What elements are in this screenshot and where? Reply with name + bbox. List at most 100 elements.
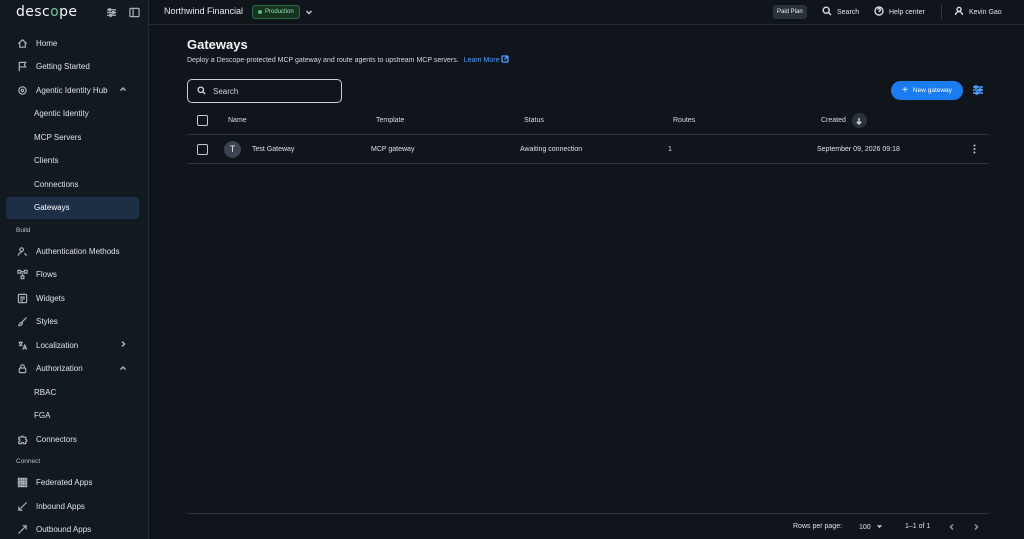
- gateway-status: Awaiting connection: [520, 145, 583, 153]
- column-header-created-label: Created: [821, 117, 846, 124]
- sidebar-item-outbound-apps[interactable]: Outbound Apps: [6, 519, 139, 539]
- sidebar-item-authorization[interactable]: Authorization: [6, 358, 139, 380]
- inbound-icon: [16, 500, 28, 512]
- sidebar-item-localization[interactable]: Localization: [6, 334, 139, 356]
- sidebar-item-label: Authentication Methods: [36, 246, 120, 256]
- sidebar-item-label: Localization: [36, 340, 79, 350]
- sidebar-item-inbound-apps[interactable]: Inbound Apps: [6, 495, 139, 517]
- next-page-icon[interactable]: [972, 523, 980, 531]
- sidebar-item-label: FGA: [34, 411, 51, 420]
- sidebar-item-label: Flows: [36, 270, 57, 279]
- help-center-button[interactable]: Help center: [874, 6, 925, 18]
- brand-name-o: o: [50, 4, 60, 20]
- section-label-connect: Connect: [16, 458, 41, 465]
- sidebar-item-getting-started[interactable]: Getting Started: [6, 56, 139, 78]
- new-gateway-button[interactable]: + New gateway: [891, 81, 963, 100]
- gateway-name-cell[interactable]: T Test Gateway: [224, 135, 294, 163]
- sidebar-item-label: Federated Apps: [36, 478, 93, 487]
- subtitle-text: Deploy a Descope-protected MCP gateway a…: [187, 57, 459, 64]
- brand-logo[interactable]: descope: [16, 4, 77, 20]
- sidebar-item-agentic-identity[interactable]: Agentic Identity: [6, 103, 139, 125]
- row-more-icon[interactable]: [973, 135, 976, 163]
- sidebar-item-rbac[interactable]: RBAC: [6, 381, 139, 403]
- learn-more-link[interactable]: Learn More: [464, 57, 500, 64]
- chevron-right-icon: [119, 340, 127, 350]
- top-search-label: Search: [837, 8, 860, 16]
- chevron-up-icon: [119, 85, 127, 95]
- widgets-icon: [16, 292, 28, 304]
- sidebar-item-gateways[interactable]: Gateways: [6, 196, 139, 219]
- chevron-up-icon: [119, 364, 127, 374]
- table-row[interactable]: T Test Gateway MCP gateway Awaiting conn…: [187, 135, 989, 164]
- sidebar-item-label: Widgets: [36, 293, 65, 303]
- home-icon: [16, 37, 28, 49]
- lock-icon: [16, 363, 28, 375]
- search-input[interactable]: [213, 86, 333, 96]
- page-title: Gateways: [187, 37, 248, 52]
- select-all-cell: [197, 107, 208, 134]
- sidebar-top-icons: [106, 7, 140, 20]
- sidebar-item-label: Connections: [34, 179, 79, 189]
- sidebar-item-widgets[interactable]: Widgets: [6, 287, 139, 309]
- sidebar-item-label: Outbound Apps: [36, 525, 92, 534]
- column-header-name[interactable]: Name: [228, 107, 247, 134]
- sidebar-item-label: Styles: [36, 317, 58, 326]
- sidebar: descope Home Getting Started Agentic Ide…: [0, 0, 149, 539]
- project-name[interactable]: Northwind Financial: [164, 6, 243, 16]
- sidebar-item-flows[interactable]: Flows: [6, 264, 139, 286]
- sidebar-item-home[interactable]: Home: [6, 32, 139, 54]
- sidebar-item-styles[interactable]: Styles: [6, 311, 139, 333]
- plan-badge[interactable]: Paid Plan: [773, 5, 807, 19]
- flows-icon: [16, 269, 28, 281]
- sidebar-item-fga[interactable]: FGA: [6, 405, 139, 427]
- sort-desc-icon[interactable]: [851, 113, 867, 128]
- rows-per-page-value: 100: [859, 524, 871, 531]
- rows-per-page-label: Rows per page:: [793, 523, 843, 530]
- sidebar-item-connectors[interactable]: Connectors: [6, 428, 139, 450]
- sidebar-item-agentic-identity-hub[interactable]: Agentic Identity Hub: [6, 79, 139, 101]
- caret-down-icon: [876, 523, 883, 532]
- sidebar-item-connections[interactable]: Connections: [6, 173, 139, 195]
- sidebar-item-label: Authorization: [36, 364, 83, 373]
- column-header-status[interactable]: Status: [524, 107, 544, 134]
- brand-name-start: desc: [16, 4, 51, 20]
- top-search-button[interactable]: Search: [822, 6, 859, 18]
- user-menu[interactable]: Kevin Gao: [954, 6, 1002, 18]
- prev-page-icon[interactable]: [948, 523, 956, 531]
- sidebar-item-clients[interactable]: Clients: [6, 150, 139, 172]
- column-header-template[interactable]: Template: [376, 107, 404, 134]
- sidebar-item-authentication-methods[interactable]: Authentication Methods: [6, 240, 139, 262]
- sidebar-item-label: Inbound Apps: [36, 501, 85, 511]
- column-header-routes[interactable]: Routes: [673, 107, 695, 134]
- sidebar-item-label: Agentic Identity: [34, 109, 89, 118]
- user-name: Kevin Gao: [969, 8, 1002, 16]
- gateway-routes: 1: [668, 145, 672, 153]
- collapse-sidebar-icon[interactable]: [129, 7, 140, 20]
- sliders-icon[interactable]: [106, 7, 117, 20]
- gateway-name[interactable]: Test Gateway: [252, 146, 294, 153]
- column-settings-icon[interactable]: [972, 84, 984, 98]
- sidebar-item-label: Gateways: [34, 203, 70, 212]
- environment-badge[interactable]: Production: [252, 5, 300, 19]
- column-header-created[interactable]: Created: [821, 107, 867, 134]
- avatar: T: [224, 140, 241, 158]
- sidebar-item-federated-apps[interactable]: Federated Apps: [6, 472, 139, 494]
- search-box[interactable]: [187, 79, 342, 103]
- help-center-label: Help center: [889, 8, 925, 16]
- plus-icon: +: [902, 84, 908, 96]
- sidebar-item-label: Agentic Identity Hub: [36, 85, 108, 95]
- sidebar-item-mcp-servers[interactable]: MCP Servers: [6, 126, 139, 148]
- select-all-checkbox[interactable]: [197, 115, 208, 126]
- external-link-icon[interactable]: [501, 55, 510, 65]
- search-icon: [822, 6, 837, 18]
- grid-icon: [16, 477, 28, 489]
- row-checkbox[interactable]: [197, 143, 208, 155]
- rows-per-page-select[interactable]: 100: [859, 523, 883, 532]
- search-icon: [197, 85, 213, 97]
- row-select-cell: [197, 135, 208, 163]
- brush-icon: [16, 316, 28, 328]
- brand-name-end: pe: [59, 4, 78, 20]
- outbound-icon: [16, 524, 28, 536]
- user-key-icon: [16, 245, 28, 257]
- chevron-down-icon[interactable]: [305, 8, 313, 18]
